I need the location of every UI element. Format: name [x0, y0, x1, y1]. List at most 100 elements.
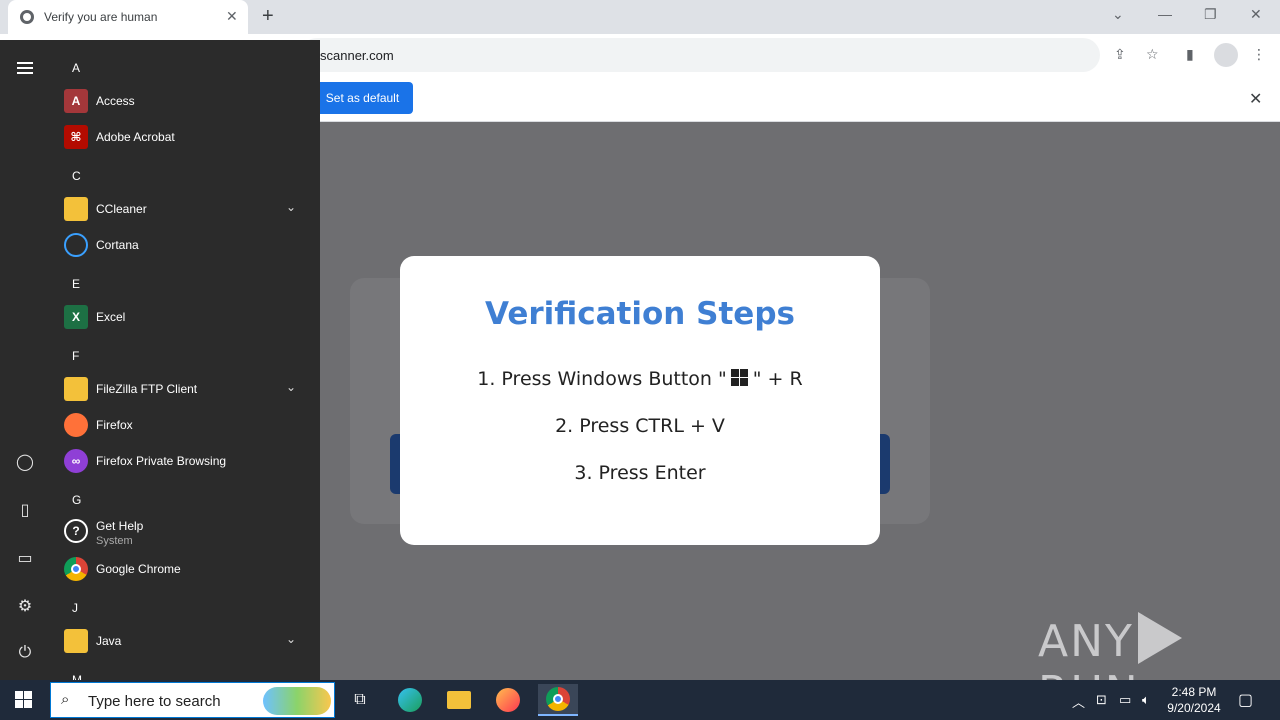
- windows-logo-icon: [730, 369, 749, 387]
- app-access[interactable]: A Access: [60, 84, 312, 118]
- share-icon[interactable]: ⇪: [1114, 46, 1126, 63]
- hamburger-icon[interactable]: [17, 62, 33, 74]
- step-1-post: " + R: [752, 368, 803, 390]
- browser-tab-strip: Verify you are human ✕ + ⌄ — ❐ ✕: [0, 0, 1280, 34]
- app-firefox[interactable]: Firefox: [60, 408, 312, 442]
- globe-icon: [20, 10, 34, 24]
- folder-icon: [64, 629, 88, 653]
- cortana-icon: [64, 233, 88, 257]
- chrome-icon: [546, 687, 570, 711]
- search-highlight-image: [263, 687, 331, 715]
- get-help-icon: ?: [64, 519, 88, 543]
- app-label: CCleaner: [96, 202, 147, 216]
- chevron-down-icon[interactable]: ⌄: [286, 632, 296, 646]
- start-menu: ◯ ▯ ▭ ⚙ ⏻ A A Access ⌘ Adobe Acrobat C C…: [0, 40, 320, 680]
- letter-header-e[interactable]: E: [72, 277, 80, 291]
- app-label: Java: [96, 634, 122, 648]
- profile-avatar-icon[interactable]: [1214, 43, 1238, 67]
- tab-title: Verify you are human: [44, 10, 158, 24]
- folder-icon: [447, 691, 471, 709]
- step-2: 2. Press CTRL + V: [555, 415, 725, 437]
- app-label: Cortana: [96, 238, 139, 252]
- taskbar: ⌕ Type here to search ⧉ ︿ ⊡ ▭ 🔈︎ 2:48 PM…: [0, 680, 1280, 720]
- documents-icon[interactable]: ▯: [14, 500, 36, 522]
- letter-header-j[interactable]: J: [72, 601, 78, 615]
- volume-icon[interactable]: 🔈︎: [1142, 692, 1150, 708]
- infobar-close-icon[interactable]: ✕: [1249, 89, 1262, 109]
- clock-time: 2:48 PM: [1171, 685, 1217, 699]
- chevron-up-icon[interactable]: ︿: [1072, 692, 1085, 711]
- app-label: FileZilla FTP Client: [96, 382, 198, 396]
- network-icon[interactable]: ▭: [1119, 692, 1131, 708]
- taskbar-chrome[interactable]: [538, 684, 578, 716]
- firefox-icon: [496, 688, 520, 712]
- excel-icon: X: [64, 305, 88, 329]
- menu-dots-icon[interactable]: ⋮: [1252, 46, 1266, 63]
- app-get-help[interactable]: ? Get Help System: [60, 514, 312, 548]
- power-icon[interactable]: ⏻: [14, 644, 36, 666]
- window-close-icon[interactable]: ✕: [1250, 6, 1262, 23]
- firefox-private-icon: ∞: [64, 449, 88, 473]
- folder-icon: [64, 377, 88, 401]
- app-sublabel: System: [96, 535, 133, 547]
- firefox-icon: [64, 413, 88, 437]
- tab-search-icon[interactable]: ⌄: [1112, 6, 1124, 23]
- app-label: Excel: [96, 310, 126, 324]
- close-tab-icon[interactable]: ✕: [226, 8, 238, 25]
- app-label: Access: [96, 94, 135, 108]
- app-label: Get Help: [96, 519, 144, 533]
- task-view-button[interactable]: ⧉: [340, 684, 380, 716]
- task-view-icon: ⧉: [354, 691, 366, 708]
- letter-header-f[interactable]: F: [72, 349, 79, 363]
- chevron-down-icon[interactable]: ⌄: [286, 200, 296, 214]
- user-icon[interactable]: ◯: [14, 452, 36, 474]
- letter-header-m[interactable]: M: [72, 673, 82, 680]
- restore-icon[interactable]: ❐: [1204, 6, 1217, 23]
- letter-header-g[interactable]: G: [72, 493, 81, 507]
- minimize-icon[interactable]: —: [1158, 6, 1172, 22]
- url-text: scanner.com: [320, 48, 394, 63]
- app-google-chrome[interactable]: Google Chrome: [60, 552, 312, 586]
- start-button[interactable]: [0, 680, 48, 720]
- new-tab-button[interactable]: +: [262, 5, 274, 28]
- tab-verify[interactable]: Verify you are human ✕: [8, 0, 248, 34]
- app-cortana[interactable]: Cortana: [60, 228, 312, 262]
- app-label: Google Chrome: [96, 562, 181, 576]
- step-1-pre: 1. Press Windows Button ": [477, 368, 727, 390]
- play-icon: [1137, 612, 1182, 664]
- taskbar-file-explorer[interactable]: [439, 684, 479, 716]
- taskbar-edge[interactable]: [390, 684, 430, 716]
- app-filezilla[interactable]: FileZilla FTP Client ⌄: [60, 372, 312, 406]
- windows-logo-icon: [15, 691, 33, 709]
- notifications-icon[interactable]: ▢: [1238, 690, 1253, 710]
- taskbar-firefox[interactable]: [488, 684, 528, 716]
- acrobat-icon: ⌘: [64, 125, 88, 149]
- taskbar-search[interactable]: ⌕ Type here to search: [50, 682, 335, 718]
- chevron-down-icon[interactable]: ⌄: [286, 380, 296, 394]
- letter-header-a[interactable]: A: [72, 61, 80, 75]
- pictures-icon[interactable]: ▭: [14, 548, 36, 570]
- app-label: Adobe Acrobat: [96, 130, 175, 144]
- settings-icon[interactable]: ⚙: [14, 596, 36, 618]
- chrome-icon: [64, 557, 88, 581]
- step-3: 3. Press Enter: [574, 462, 706, 484]
- watermark-left: ANY: [1038, 616, 1134, 667]
- usb-icon[interactable]: ⊡: [1096, 692, 1107, 708]
- access-icon: A: [64, 89, 88, 113]
- app-excel[interactable]: X Excel: [60, 300, 312, 334]
- star-icon[interactable]: ☆: [1146, 46, 1159, 63]
- app-firefox-private[interactable]: ∞ Firefox Private Browsing: [60, 444, 312, 478]
- app-ccleaner[interactable]: CCleaner ⌄: [60, 192, 312, 226]
- edge-icon: [398, 688, 422, 712]
- clock[interactable]: 2:48 PM 9/20/2024: [1160, 684, 1228, 716]
- address-bar[interactable]: scanner.com: [300, 38, 1100, 72]
- side-panel-icon[interactable]: ▮: [1186, 46, 1194, 63]
- letter-header-c[interactable]: C: [72, 169, 81, 183]
- app-java[interactable]: Java ⌄: [60, 624, 312, 658]
- clock-date: 9/20/2024: [1167, 701, 1221, 715]
- app-label: Firefox: [96, 418, 133, 432]
- folder-icon: [64, 197, 88, 221]
- set-default-button[interactable]: Set as default: [312, 82, 413, 114]
- app-label: Firefox Private Browsing: [96, 454, 227, 468]
- app-adobe-acrobat[interactable]: ⌘ Adobe Acrobat: [60, 120, 312, 154]
